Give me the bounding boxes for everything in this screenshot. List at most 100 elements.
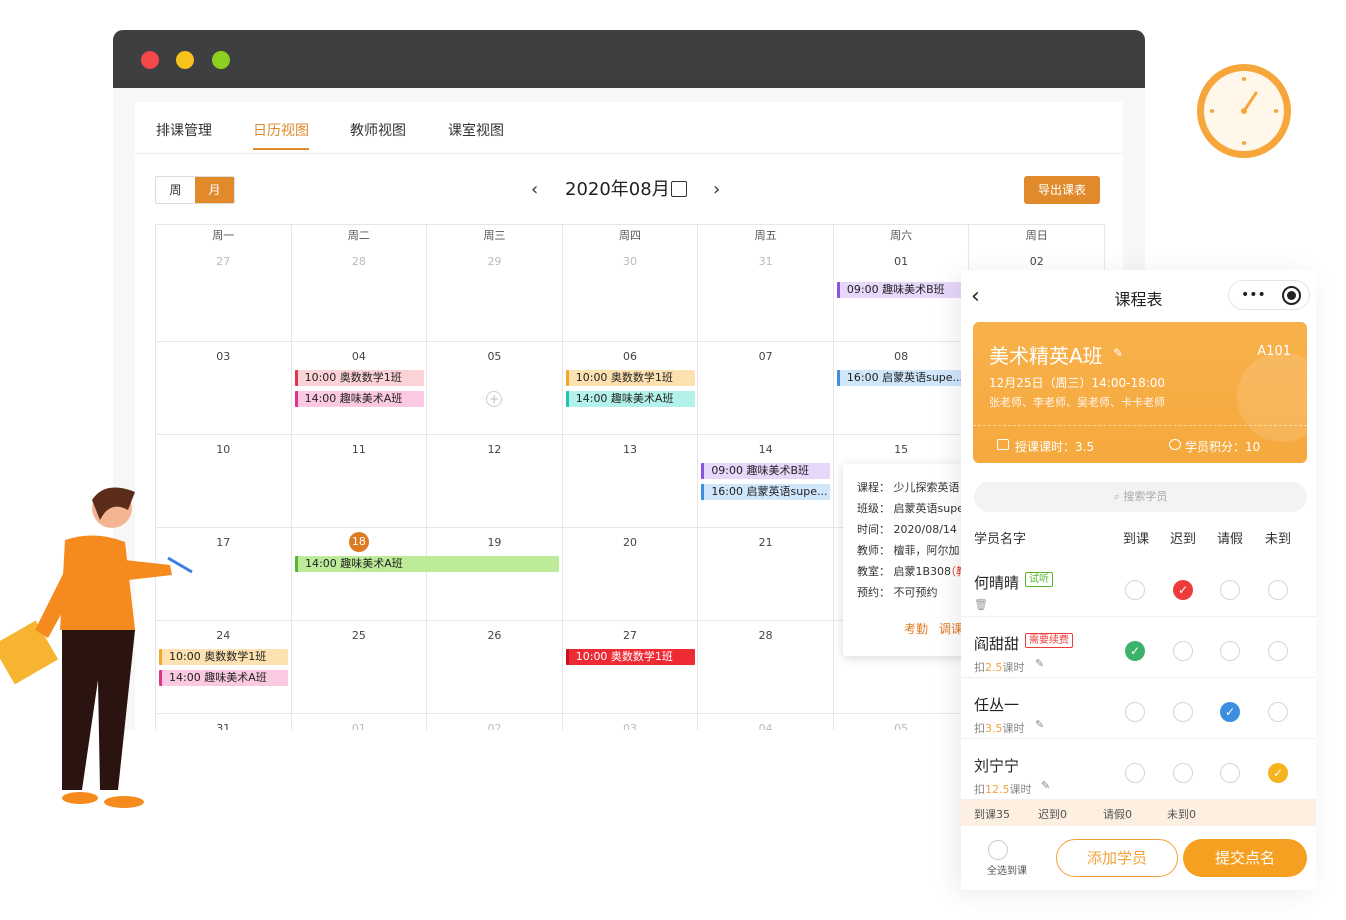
day-cell[interactable]: 26 xyxy=(427,621,563,713)
tab-classroom-view[interactable]: 课室视图 xyxy=(448,120,504,140)
tab-calendar-view[interactable]: 日历视图 xyxy=(253,120,309,150)
submit-attendance-button[interactable]: 提交点名 xyxy=(1183,839,1307,877)
event-chip[interactable]: 10:00 奥数数学1班 xyxy=(294,370,424,386)
leave-count: 请假0 xyxy=(1103,808,1132,821)
month-title[interactable]: 2020年08月 xyxy=(565,178,670,202)
present-radio[interactable] xyxy=(1125,580,1145,600)
day-cell[interactable]: 01 xyxy=(292,714,428,730)
prev-month-icon[interactable]: ‹ xyxy=(531,178,538,202)
deduct-hours: 扣12.5课时 xyxy=(974,783,1032,796)
student-points[interactable]: 学员积分：10 xyxy=(1185,438,1260,455)
event-chip[interactable]: 09:00 趣味美术B班 xyxy=(836,282,965,298)
event-chip[interactable]: 16:00 启蒙英语supe... xyxy=(701,484,831,500)
event-chip[interactable]: 14:00 趣味美术A班 xyxy=(565,391,695,407)
day-cell[interactable]: 05 xyxy=(834,714,970,730)
absent-radio[interactable] xyxy=(1268,641,1288,661)
late-radio[interactable]: ✓ xyxy=(1173,580,1193,600)
student-search-input[interactable]: ⌕ 搜索学员 xyxy=(974,482,1307,512)
day-cell[interactable]: 11 xyxy=(292,435,428,527)
student-row: 何晴晴 试听 🗑 ✓ xyxy=(961,556,1316,617)
edit-hours-icon[interactable]: ✎ xyxy=(1035,718,1044,731)
calendar-icon[interactable] xyxy=(671,181,687,197)
month-navigator: ‹ 2020年08月 › xyxy=(531,178,727,202)
day-cell[interactable]: 08 16:00 启蒙英语supe... xyxy=(834,342,970,434)
edit-icon[interactable]: ✎ xyxy=(1113,346,1123,360)
add-event-icon[interactable]: + xyxy=(486,391,503,407)
day-cell[interactable]: 21 xyxy=(698,528,834,620)
renewal-badge: 需要续费 xyxy=(1025,633,1073,648)
event-chip[interactable]: 10:00 奥数数学1班 xyxy=(565,370,695,386)
day-cell[interactable]: 20 xyxy=(563,528,699,620)
absent-radio[interactable]: ✓ xyxy=(1268,763,1288,783)
search-icon: ⌕ xyxy=(1113,490,1124,503)
week-toggle-button[interactable]: 周 xyxy=(156,177,195,203)
leave-radio[interactable] xyxy=(1220,580,1240,600)
day-cell[interactable]: 05 + xyxy=(427,342,563,434)
event-chip[interactable]: 09:00 趣味美术B班 xyxy=(701,463,831,479)
absent-radio[interactable] xyxy=(1268,702,1288,722)
close-target-icon[interactable] xyxy=(1282,286,1301,305)
close-window-button[interactable] xyxy=(141,51,159,69)
col-late: 迟到 xyxy=(1170,532,1197,547)
leave-radio[interactable] xyxy=(1220,763,1240,783)
day-number: 21 xyxy=(758,536,773,549)
day-cell[interactable]: 30 xyxy=(563,247,699,341)
day-cell[interactable]: 04 xyxy=(698,714,834,730)
day-cell[interactable]: 19 xyxy=(427,528,563,620)
day-cell[interactable]: 01 09:00 趣味美术B班 xyxy=(834,247,970,341)
day-cell[interactable]: 27 xyxy=(156,247,292,341)
late-radio[interactable] xyxy=(1173,763,1193,783)
weekday-label: 周五 xyxy=(698,225,834,247)
month-toggle-button[interactable]: 月 xyxy=(195,177,234,203)
day-cell[interactable]: 28 xyxy=(698,621,834,713)
day-cell[interactable]: 03 xyxy=(156,342,292,434)
late-radio[interactable] xyxy=(1173,641,1193,661)
event-chip[interactable]: 14:00 趣味美术A班 xyxy=(295,556,559,572)
popup-room: 教室： 启蒙1B308 xyxy=(857,565,952,578)
present-radio[interactable] xyxy=(1125,763,1145,783)
day-cell[interactable]: 25 xyxy=(292,621,428,713)
teaching-hours[interactable]: 授课课时：3.5 xyxy=(1015,438,1094,455)
tab-teacher-view[interactable]: 教师视图 xyxy=(350,120,406,140)
day-cell[interactable]: 07 xyxy=(698,342,834,434)
day-cell[interactable]: 29 xyxy=(427,247,563,341)
day-cell[interactable]: 06 10:00 奥数数学1班 14:00 趣味美术A班 xyxy=(563,342,699,434)
day-cell[interactable]: 02 xyxy=(427,714,563,730)
day-number: 02 xyxy=(487,722,502,730)
present-radio[interactable]: ✓ xyxy=(1125,641,1145,661)
next-month-icon[interactable]: › xyxy=(713,178,720,202)
leave-radio[interactable]: ✓ xyxy=(1220,702,1240,722)
class-card: 美术精英A班 ✎ A101 12月25日（周三）14:00-18:00 张老师、… xyxy=(973,322,1307,463)
day-cell[interactable]: 27 10:00 奥数数学1班 xyxy=(563,621,699,713)
day-cell[interactable]: 04 10:00 奥数数学1班 14:00 趣味美术A班 xyxy=(292,342,428,434)
present-radio[interactable] xyxy=(1125,702,1145,722)
edit-hours-icon[interactable]: ✎ xyxy=(1041,779,1050,792)
attendance-link[interactable]: 考勤 xyxy=(904,620,928,637)
day-cell[interactable]: 14 09:00 趣味美术B班 16:00 启蒙英语supe... xyxy=(698,435,834,527)
day-cell[interactable]: 28 xyxy=(292,247,428,341)
day-cell[interactable]: 12 xyxy=(427,435,563,527)
add-student-button[interactable]: 添加学员 xyxy=(1056,839,1178,877)
leave-radio[interactable] xyxy=(1220,641,1240,661)
day-number: 04 xyxy=(758,722,773,730)
event-chip[interactable]: 16:00 启蒙英语supe... xyxy=(836,370,965,386)
day-cell[interactable]: 31 xyxy=(698,247,834,341)
maximize-window-button[interactable] xyxy=(212,51,230,69)
select-all-checkbox[interactable] xyxy=(988,840,1008,860)
minimize-window-button[interactable] xyxy=(176,51,194,69)
absent-radio[interactable] xyxy=(1268,580,1288,600)
delete-icon[interactable]: 🗑 xyxy=(974,598,988,611)
tab-schedule-management[interactable]: 排课管理 xyxy=(156,120,212,140)
day-cell[interactable]: 18 xyxy=(292,528,428,620)
more-icon[interactable]: ••• xyxy=(1241,288,1266,302)
event-chip[interactable]: 10:00 奥数数学1班 xyxy=(565,649,695,665)
day-number: 07 xyxy=(758,350,773,363)
edit-hours-icon[interactable]: ✎ xyxy=(1035,657,1044,670)
reschedule-link[interactable]: 调课 xyxy=(939,620,963,637)
export-schedule-button[interactable]: 导出课表 xyxy=(1024,176,1100,204)
day-cell[interactable]: 03 xyxy=(563,714,699,730)
event-chip[interactable]: 14:00 趣味美术A班 xyxy=(294,391,424,407)
late-radio[interactable] xyxy=(1173,702,1193,722)
day-cell[interactable]: 13 xyxy=(563,435,699,527)
popup-class: 班级： 启蒙英语super xyxy=(857,502,969,515)
